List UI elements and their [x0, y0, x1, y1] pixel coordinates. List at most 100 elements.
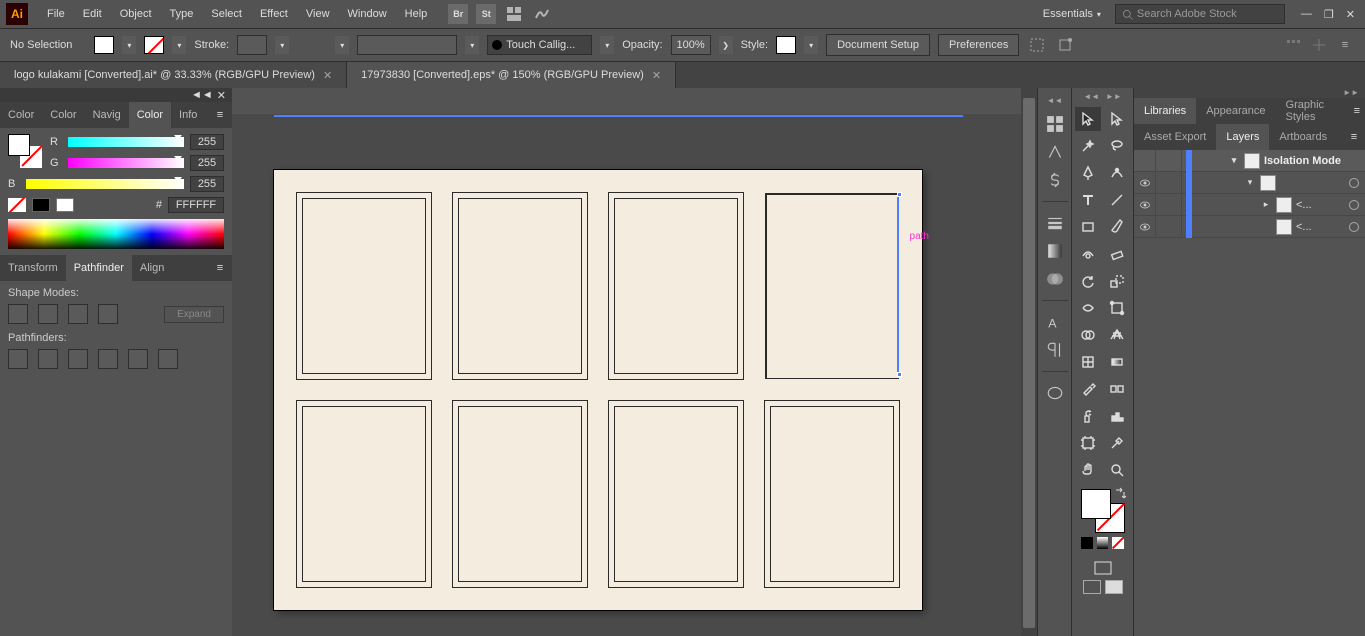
magic-wand-tool[interactable] [1075, 134, 1101, 158]
ornament-frame-2[interactable] [452, 192, 588, 380]
artboard-tool[interactable] [1075, 431, 1101, 455]
artboard[interactable]: path [274, 170, 922, 610]
canvas-viewport[interactable]: path [232, 114, 1021, 636]
var-width-profile[interactable] [357, 35, 457, 55]
rp-tab-artboards[interactable]: Artboards [1269, 124, 1337, 150]
var-width-dd[interactable]: ▾ [335, 36, 349, 54]
mesh-tool[interactable] [1075, 350, 1101, 374]
color-tab-3[interactable]: Color [129, 102, 171, 128]
fill-swatch[interactable] [94, 36, 114, 54]
stroke-dd[interactable]: ▾ [172, 36, 186, 54]
document-setup-button[interactable]: Document Setup [826, 34, 930, 56]
free-transform-tool[interactable] [1104, 296, 1130, 320]
visibility-toggle[interactable] [1134, 172, 1156, 194]
arrange-docs-icon[interactable] [504, 4, 524, 24]
white-swatch[interactable] [56, 198, 74, 212]
curvature-tool[interactable] [1104, 161, 1130, 185]
right-collapse-icon[interactable]: ►► [1134, 88, 1365, 98]
symbol-sprayer-tool[interactable] [1075, 404, 1101, 428]
trim-icon[interactable] [38, 349, 58, 369]
panel-menu-icon[interactable]: ≡ [208, 109, 232, 121]
layer-name[interactable]: <... [1296, 221, 1345, 233]
merge-icon[interactable] [68, 349, 88, 369]
color-tab-2[interactable]: Navig [85, 102, 129, 128]
visibility-toggle[interactable] [1134, 150, 1156, 172]
paintbrush-tool[interactable] [1104, 215, 1130, 239]
close-button[interactable]: ✕ [1346, 8, 1355, 21]
paragraph-panel-icon[interactable] [1045, 341, 1065, 359]
gradient-tool[interactable] [1104, 350, 1130, 374]
rp-tab-layers[interactable]: Layers [1216, 124, 1269, 150]
dock-collapse-icon[interactable]: ◄◄ [1047, 96, 1063, 105]
transform-panel-icon[interactable] [1309, 35, 1329, 55]
pf-tab-transform[interactable]: Transform [0, 255, 66, 281]
anchor-point-bottom[interactable] [897, 372, 902, 377]
black-swatch[interactable] [32, 198, 50, 212]
default-fill-swatch[interactable] [1081, 489, 1111, 519]
bridge-button[interactable]: Br [448, 4, 468, 24]
menu-effect[interactable]: Effect [251, 4, 297, 24]
scale-tool[interactable] [1104, 269, 1130, 293]
slice-tool[interactable] [1104, 431, 1130, 455]
menu-type[interactable]: Type [161, 4, 203, 24]
shaper-tool[interactable] [1075, 242, 1101, 266]
visibility-toggle[interactable] [1134, 216, 1156, 238]
minus-front-icon[interactable] [38, 304, 58, 324]
layer-name[interactable]: Isolation Mode [1264, 155, 1359, 167]
intersect-icon[interactable] [68, 304, 88, 324]
swatches-panel-icon[interactable] [1045, 115, 1065, 133]
menu-help[interactable]: Help [396, 4, 437, 24]
fill-box[interactable] [8, 134, 30, 156]
target-icon[interactable] [1349, 222, 1359, 232]
crop-icon[interactable] [98, 349, 118, 369]
direct-selection-tool[interactable] [1104, 107, 1130, 131]
anchor-point-top[interactable] [897, 192, 902, 197]
color-tab-1[interactable]: Color [42, 102, 84, 128]
screen-mode-full[interactable] [1105, 580, 1123, 594]
menu-window[interactable]: Window [339, 4, 396, 24]
opentype-panel-icon[interactable] [1045, 384, 1065, 402]
menu-select[interactable]: Select [202, 4, 251, 24]
color-mode-icon[interactable] [1081, 537, 1093, 549]
opacity-dd[interactable]: ❯ [719, 36, 733, 54]
eyedropper-tool[interactable] [1075, 377, 1101, 401]
pf-tab-align[interactable]: Align [132, 255, 172, 281]
preferences-button[interactable]: Preferences [938, 34, 1019, 56]
rp-tab-asset-export[interactable]: Asset Export [1134, 124, 1216, 150]
layer-row[interactable]: ▾ Isolation Mode [1134, 150, 1365, 172]
lasso-tool[interactable] [1104, 134, 1130, 158]
minimize-button[interactable]: — [1301, 8, 1312, 21]
color-spectrum[interactable] [8, 219, 224, 249]
column-graph-tool[interactable] [1104, 404, 1130, 428]
value-r[interactable]: 255 [190, 134, 224, 150]
selection-tool[interactable] [1075, 107, 1101, 131]
type-tool[interactable] [1075, 188, 1101, 212]
panel-close-icon[interactable]: ✕ [217, 89, 226, 102]
tools-collapse-icon[interactable]: ◄◄ ►► [1075, 92, 1130, 102]
document-tab[interactable]: logo kulakami [Converted].ai* @ 33.33% (… [0, 62, 347, 88]
ornament-frame-4-selected[interactable]: path [764, 192, 900, 380]
restore-button[interactable]: ❐ [1324, 8, 1334, 21]
none-mode-icon[interactable] [1112, 537, 1124, 549]
disclosure-icon[interactable]: ▸ [1260, 199, 1272, 210]
ornament-frame-6[interactable] [452, 400, 588, 588]
unite-icon[interactable] [8, 304, 28, 324]
layer-name[interactable]: <... [1296, 199, 1345, 211]
hand-tool[interactable] [1075, 458, 1101, 482]
menu-file[interactable]: File [38, 4, 74, 24]
menu-edit[interactable]: Edit [74, 4, 111, 24]
symbols-panel-icon[interactable] [1045, 171, 1065, 189]
fill-dd[interactable]: ▾ [122, 36, 136, 54]
perspective-grid-tool[interactable] [1104, 323, 1130, 347]
pen-tool[interactable] [1075, 161, 1101, 185]
ornament-frame-3[interactable] [608, 192, 744, 380]
panel-collapse-bar[interactable]: ◄◄✕ [0, 88, 232, 102]
ornament-frame-1[interactable] [296, 192, 432, 380]
fill-stroke-indicator[interactable] [8, 134, 42, 168]
panel-menu-icon[interactable]: ≡ [1335, 35, 1355, 55]
stroke-swatch[interactable] [144, 36, 164, 54]
width-tool[interactable] [1075, 296, 1101, 320]
disclosure-icon[interactable]: ▾ [1228, 155, 1240, 166]
value-g[interactable]: 255 [190, 155, 224, 171]
stroke-weight-dd[interactable]: ▾ [275, 36, 289, 54]
